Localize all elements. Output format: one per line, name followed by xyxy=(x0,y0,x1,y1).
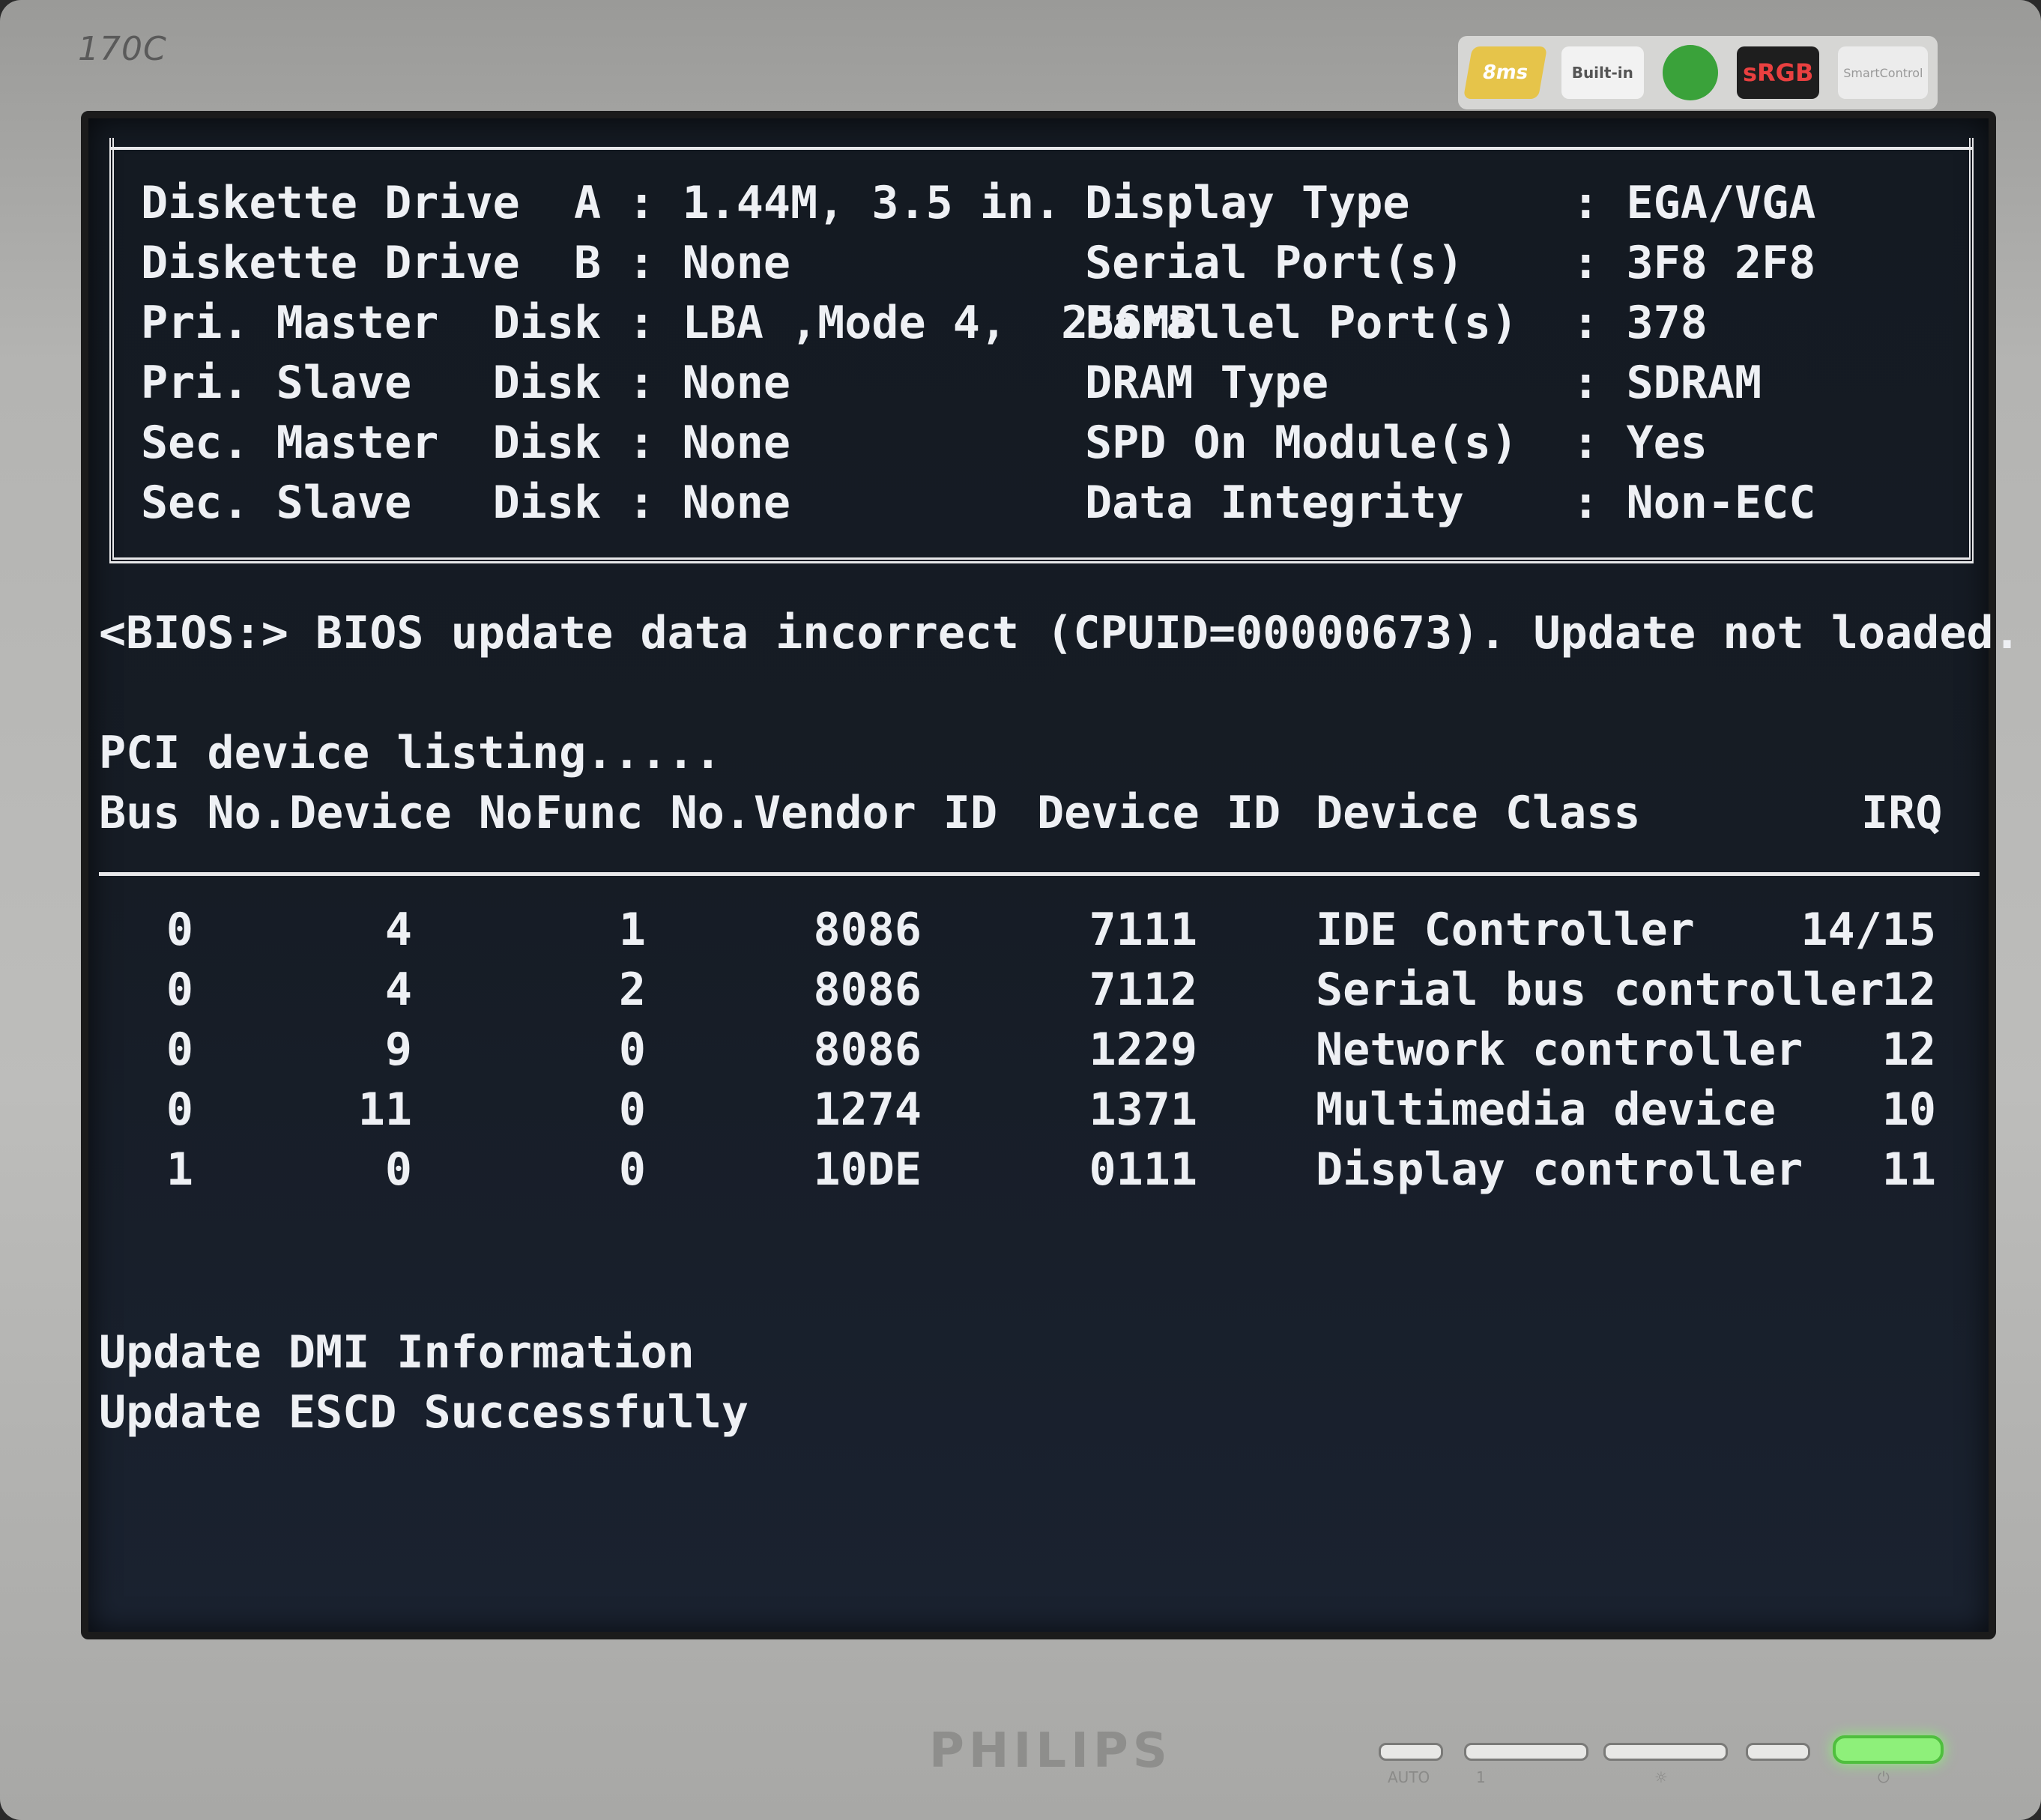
bus-no-cell: 0 xyxy=(166,1083,193,1136)
header-bus-no: Bus No. xyxy=(99,787,288,839)
device-id-cell: 7112 xyxy=(1089,964,1198,1016)
device-class-cell: Network controller xyxy=(1316,1024,1803,1076)
hw-left-line: Pri. Slave Disk : None xyxy=(141,357,790,409)
hw-right-line: Data Integrity : Non-ECC xyxy=(1085,477,1816,529)
device-no-cell: 11 xyxy=(357,1083,412,1136)
device-class-cell: Serial bus controller xyxy=(1316,964,1884,1016)
input-button[interactable] xyxy=(1464,1743,1588,1761)
vendor-id-cell: 10DE xyxy=(813,1143,922,1196)
brightness-icon: ☼ xyxy=(1654,1768,1668,1786)
brand-logo: PHILIPS xyxy=(929,1723,1172,1779)
hw-right-line: Display Type : EGA/VGA xyxy=(1085,177,1816,229)
lead-free-leaf-icon xyxy=(1662,45,1718,100)
hw-left-line: Diskette Drive A : 1.44M, 3.5 in. xyxy=(141,177,1062,229)
device-no-cell: 9 xyxy=(384,1024,412,1076)
auto-button-label: AUTO xyxy=(1388,1768,1430,1786)
header-irq: IRQ xyxy=(1861,787,1943,839)
bus-no-cell: 0 xyxy=(166,964,193,1016)
escd-update-message: Update ESCD Successfully xyxy=(99,1386,749,1439)
builtin-power-badge: Built-in xyxy=(1561,46,1644,99)
bios-screen: Diskette Drive A : 1.44M, 3.5 in. Disket… xyxy=(81,111,2021,1639)
device-id-cell: 7111 xyxy=(1089,904,1198,956)
device-id-cell: 0111 xyxy=(1089,1143,1198,1196)
model-label: 170C xyxy=(78,30,167,68)
response-time-badge: 8ms xyxy=(1463,46,1547,99)
auto-button[interactable] xyxy=(1379,1743,1443,1761)
irq-cell: 14/15 xyxy=(1800,904,1936,956)
header-vendor-id: Vendor ID xyxy=(754,787,998,839)
power-button[interactable] xyxy=(1833,1735,1944,1764)
vendor-id-cell: 1274 xyxy=(813,1083,922,1136)
device-no-cell: 4 xyxy=(384,964,412,1016)
device-no-cell: 0 xyxy=(384,1143,412,1196)
bus-no-cell: 0 xyxy=(166,1024,193,1076)
irq-cell: 12 xyxy=(1881,964,1936,1016)
pci-listing-title: PCI device listing..... xyxy=(99,727,722,779)
header-separator xyxy=(99,872,1980,876)
func-no-cell: 0 xyxy=(618,1083,646,1136)
device-class-cell: Multimedia device xyxy=(1316,1083,1777,1136)
vendor-id-cell: 8086 xyxy=(813,904,922,956)
power-icon: ⏻ xyxy=(1878,1768,1890,1786)
smartcontrol-badge: SmartControl xyxy=(1838,46,1929,99)
irq-cell: 11 xyxy=(1881,1143,1936,1196)
hw-left-line: Sec. Master Disk : None xyxy=(141,417,790,469)
device-class-cell: IDE Controller xyxy=(1316,904,1695,956)
feature-badges: 8ms Built-in sRGB SmartControl xyxy=(1458,36,1938,109)
device-class-cell: Display controller xyxy=(1316,1143,1803,1196)
irq-cell: 12 xyxy=(1881,1024,1936,1076)
func-no-cell: 0 xyxy=(618,1024,646,1076)
func-no-cell: 2 xyxy=(618,964,646,1016)
monitor-bezel: 170C 8ms Built-in sRGB SmartControl Disk… xyxy=(0,0,2041,1820)
bus-no-cell: 0 xyxy=(166,904,193,956)
header-func-no: Func No. xyxy=(535,787,752,839)
device-id-cell: 1371 xyxy=(1089,1083,1198,1136)
menu-button[interactable] xyxy=(1746,1743,1810,1761)
func-no-cell: 1 xyxy=(618,904,646,956)
srgb-badge: sRGB xyxy=(1737,46,1820,99)
hw-right-line: Parallel Port(s) : 378 xyxy=(1085,297,1708,349)
bios-update-message: <BIOS:> BIOS update data incorrect (CPUI… xyxy=(99,607,2021,659)
hw-left-line: Pri. Master Disk : LBA ,Mode 4, 256MB xyxy=(141,297,1197,349)
header-device-class: Device Class xyxy=(1316,787,1641,839)
dmi-update-message: Update DMI Information xyxy=(99,1326,695,1379)
irq-cell: 10 xyxy=(1881,1083,1936,1136)
header-device-no: Device No. xyxy=(289,787,560,839)
hw-right-line: Serial Port(s) : 3F8 2F8 xyxy=(1085,237,1816,289)
header-device-id: Device ID xyxy=(1037,787,1281,839)
device-no-cell: 4 xyxy=(384,904,412,956)
hw-left-line: Diskette Drive B : None xyxy=(141,237,790,289)
vendor-id-cell: 8086 xyxy=(813,1024,922,1076)
hw-right-line: DRAM Type : SDRAM xyxy=(1085,357,1762,409)
device-id-cell: 1229 xyxy=(1089,1024,1198,1076)
hw-right-line: SPD On Module(s) : Yes xyxy=(1085,417,1708,469)
input-button-label: 1 xyxy=(1476,1768,1486,1786)
func-no-cell: 0 xyxy=(618,1143,646,1196)
vendor-id-cell: 8086 xyxy=(813,964,922,1016)
bus-no-cell: 1 xyxy=(166,1143,193,1196)
adjust-buttons[interactable] xyxy=(1603,1743,1728,1761)
hw-left-line: Sec. Slave Disk : None xyxy=(141,477,790,529)
